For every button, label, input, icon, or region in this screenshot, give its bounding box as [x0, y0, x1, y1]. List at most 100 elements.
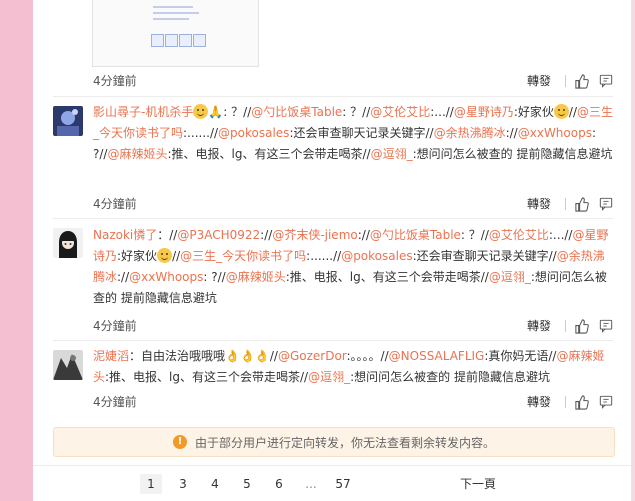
mention-link[interactable]: @麻辣姬头: [107, 147, 167, 161]
mention-link[interactable]: @三生_今天你读书了吗: [180, 249, 306, 263]
comment-fragment: ：//: [157, 228, 178, 242]
mention-link[interactable]: @麻辣姬头: [226, 270, 286, 284]
mention-link[interactable]: @P3ACH0922: [177, 228, 260, 242]
mention-link[interactable]: @pokosales: [341, 249, 412, 263]
comment-fragment: :。。。。//: [346, 349, 389, 363]
mention-link[interactable]: @逗翎_: [489, 270, 531, 284]
mention-link[interactable]: @xxWhoops: [518, 126, 592, 140]
pagination-divider: [33, 465, 631, 466]
comment-fragment: :还会审查聊天记录关键字//: [289, 126, 434, 140]
comment-fragment: :想问问怎么被查的 提前隐藏信息避坑: [350, 370, 550, 384]
comment-icon[interactable]: [599, 319, 613, 333]
comment-time: 4分鐘前: [93, 319, 137, 333]
comment-fragment: : ?//: [203, 270, 226, 284]
post-meta-row: 4分鐘前 轉發: [93, 72, 613, 90]
comment-fragment: :推、电报、lg、有这三个会带走喝茶//: [285, 270, 489, 284]
post-actions: 轉發: [527, 72, 613, 90]
row-divider: [53, 96, 613, 97]
comment-fragment: : ？//: [342, 105, 371, 119]
comment-meta-row: 4分鐘前 轉發: [93, 195, 613, 213]
mention-link[interactable]: @pokosales: [218, 126, 289, 140]
page-button[interactable]: 4: [204, 474, 226, 494]
post-image-thumbnail[interactable]: [92, 0, 259, 67]
page-button[interactable]: 5: [236, 474, 258, 494]
page-ellipsis: ...: [305, 477, 317, 491]
repost-button[interactable]: 轉發: [527, 393, 551, 411]
mention-link[interactable]: @星野诗乃: [454, 105, 514, 119]
comment-icon[interactable]: [599, 197, 613, 211]
comment-meta-row: 4分鐘前 轉發: [93, 317, 613, 335]
mention-link[interactable]: @GozerDor: [278, 349, 347, 363]
comment-fragment: :......//: [306, 249, 342, 263]
mention-link[interactable]: @艾伦艾比: [370, 105, 430, 119]
thumbnail-text-line: [153, 18, 189, 20]
comment-time: 4分鐘前: [93, 395, 137, 409]
comment-icon[interactable]: [599, 395, 613, 409]
smile-emoji-icon: [157, 248, 173, 263]
comment-fragment: ://: [260, 228, 273, 242]
action-divider: [565, 320, 566, 332]
comment-fragment: ：自由法治哦哦哦: [129, 349, 226, 363]
comment-fragment: : ？//: [460, 228, 489, 242]
mention-link[interactable]: @NOSSALAFLIG: [389, 349, 485, 363]
action-divider: [565, 198, 566, 210]
comment-meta-row: 4分鐘前 轉發: [93, 393, 613, 411]
page-button-current[interactable]: 1: [140, 474, 162, 494]
comment-fragment: :推、电报、lg、有这三个会带走喝茶//: [105, 370, 309, 384]
mention-link[interactable]: @余热沸腾冰: [434, 126, 506, 140]
thumbs-up-icon[interactable]: [574, 394, 589, 410]
ok-hand-icon: 👌👌👌: [225, 349, 270, 363]
page-side-strip: [0, 0, 33, 501]
thumbnail-figure: [179, 34, 192, 47]
thumbs-up-icon[interactable]: [574, 73, 589, 89]
warning-icon: !: [172, 435, 187, 449]
comment-icon[interactable]: [599, 74, 613, 88]
comment-fragment: :真你妈无语//: [484, 349, 557, 363]
repost-button[interactable]: 轉發: [527, 72, 551, 90]
page-button-last[interactable]: 57: [332, 474, 354, 494]
mention-link[interactable]: @勺比饭桌Table: [370, 228, 461, 242]
pray-hands-icon: 🙏: [208, 105, 224, 119]
comment-fragment: :好家伙: [117, 249, 158, 263]
comment-text: Nazoki憐了：//@P3ACH0922://@芥末侠-jiemo://@勺比…: [93, 225, 613, 309]
avatar[interactable]: [53, 106, 83, 136]
comment-actions: 轉發: [527, 393, 613, 411]
mention-link[interactable]: @逗翎_: [308, 370, 350, 384]
mention-link[interactable]: @勺比饭桌Table: [251, 105, 342, 119]
comment-username[interactable]: Nazoki憐了: [93, 228, 157, 242]
repost-button[interactable]: 轉發: [527, 195, 551, 213]
pagination: 1 3 4 5 6 ... 57: [140, 474, 364, 494]
comment-fragment: :想问问怎么被查的 提前隐藏信息避坑: [412, 147, 613, 161]
comment-text: 泥婕滔：自由法治哦哦哦👌👌👌//@GozerDor:。。。。//@NOSSALA…: [93, 346, 613, 388]
action-divider: [565, 75, 566, 87]
thumbnail-text-line: [153, 6, 193, 8]
action-divider: [565, 396, 566, 408]
comment-fragment: :...//: [548, 228, 573, 242]
avatar[interactable]: [53, 228, 83, 258]
mention-link[interactable]: @艾伦艾比: [489, 228, 549, 242]
next-page-button[interactable]: 下一頁: [460, 474, 496, 494]
avatar[interactable]: [53, 350, 83, 380]
comment-fragment: :还会审查聊天记录关键字//: [412, 249, 557, 263]
thumbnail-text-line: [153, 12, 199, 14]
comment-fragment: ://: [357, 228, 370, 242]
page-button[interactable]: 3: [172, 474, 194, 494]
thumbnail-figure: [165, 34, 178, 47]
mention-link[interactable]: @xxWhoops: [129, 270, 203, 284]
mention-link[interactable]: @芥末侠-jiemo: [272, 228, 357, 242]
thumbs-up-icon[interactable]: [574, 318, 589, 334]
mention-link[interactable]: @逗翎_: [371, 147, 413, 161]
comment-text: 影山尋子-机机杀手 🙏: ？//@勺比饭桌Table: ？//@艾伦艾比:.../…: [93, 102, 613, 165]
row-divider: [53, 218, 613, 219]
thumbnail-figure: [193, 34, 206, 47]
restricted-repost-notice: ! 由于部分用户进行定向转发，你无法查看剩余转发内容。: [53, 427, 615, 457]
comment-username[interactable]: 泥婕滔: [93, 349, 129, 363]
comment-fragment: :...//: [430, 105, 454, 119]
repost-button[interactable]: 轉發: [527, 317, 551, 335]
comment-username[interactable]: 影山尋子-机机杀手: [93, 105, 193, 119]
thumbs-up-icon[interactable]: [574, 196, 589, 212]
smile-emoji-icon: [553, 104, 569, 119]
comment-fragment: //: [269, 349, 278, 363]
page-button[interactable]: 6: [268, 474, 290, 494]
comment-fragment: //: [568, 105, 577, 119]
